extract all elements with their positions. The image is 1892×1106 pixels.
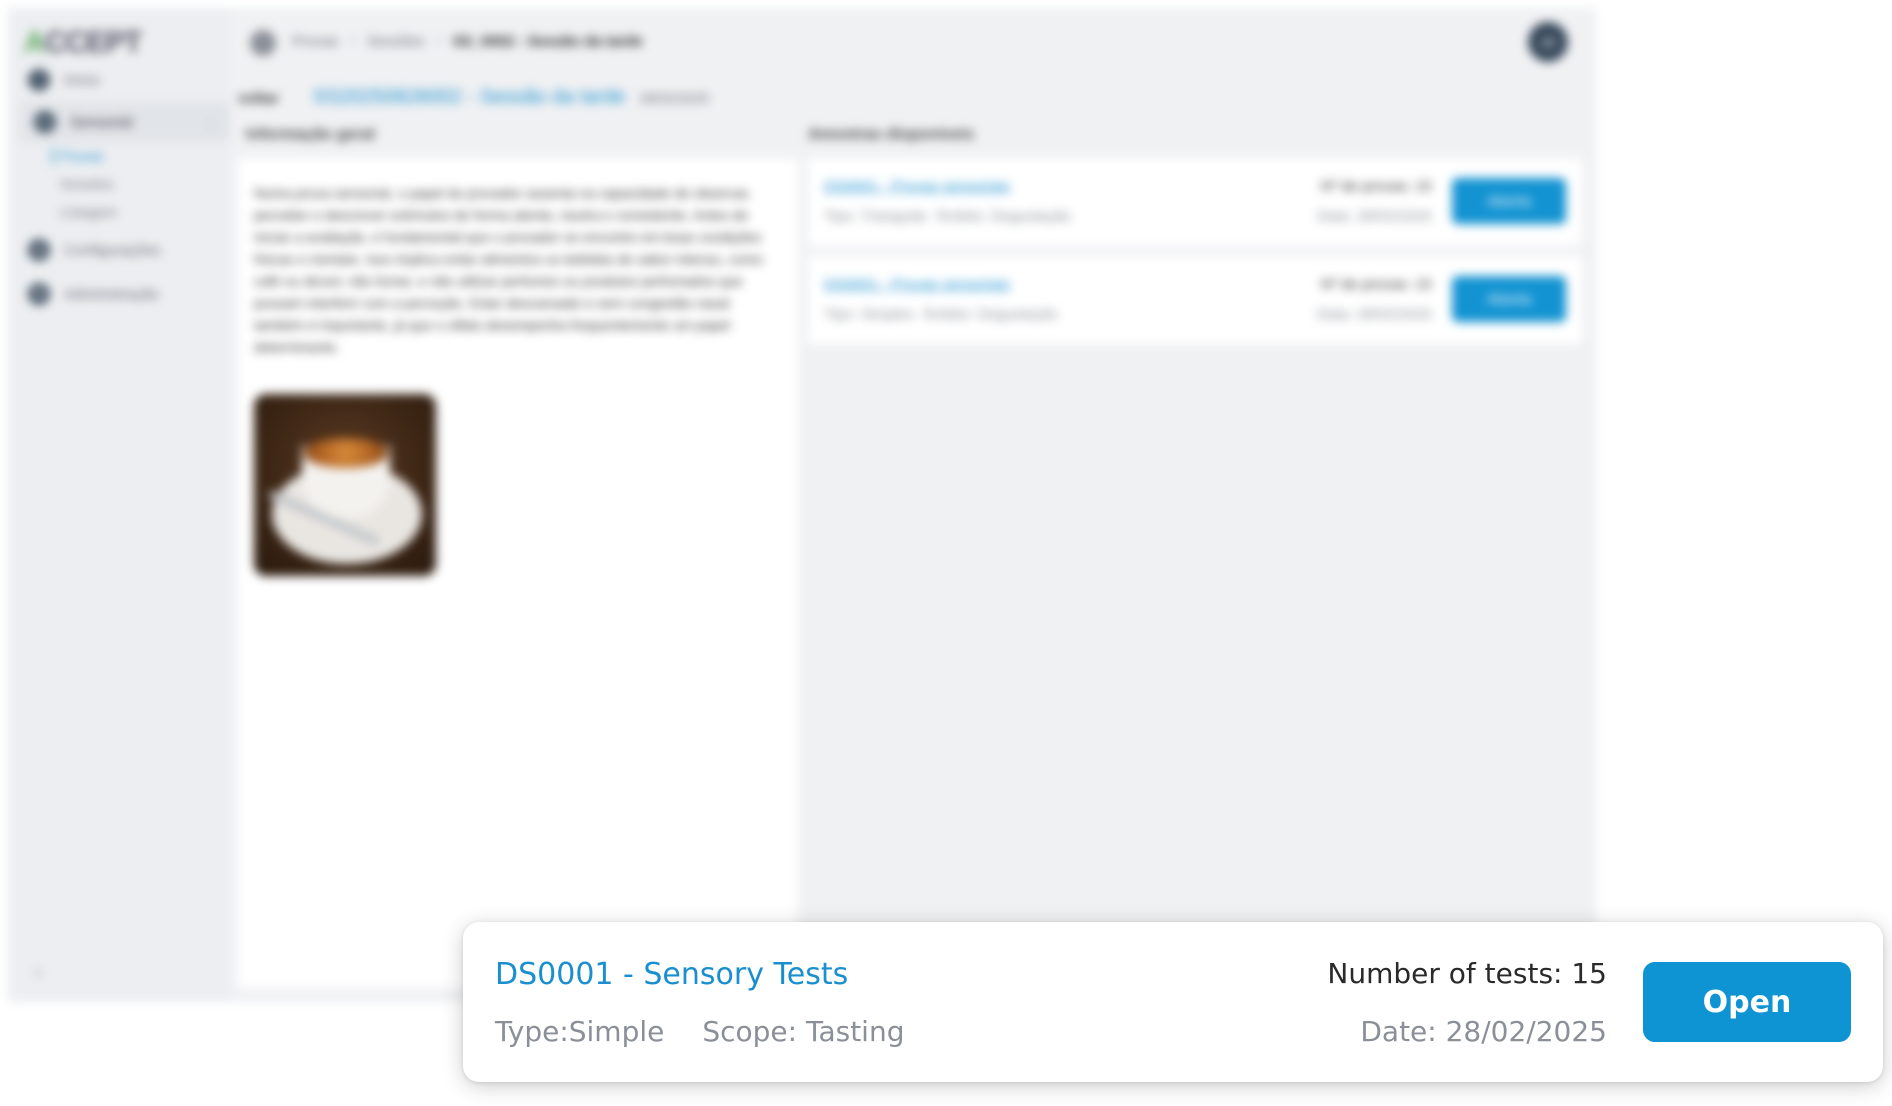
top-bar: Provas / Sessões / SS_0002 - Sessão da tarde…	[230, 8, 1596, 78]
sidebar-item-admin[interactable]: ⚑ Administração	[8, 274, 230, 314]
sidebar-subitem-sessoes[interactable]: Sessões	[60, 176, 114, 192]
coffee-image	[254, 394, 436, 576]
breadcrumb-separator: /	[350, 33, 355, 50]
focused-sample-card: DS0001 - Sensory Tests Type:Simple Scope…	[463, 922, 1883, 1082]
sample-type: Tipo: Simples	[824, 306, 915, 323]
breadcrumb-separator: /	[436, 33, 441, 50]
app-logo[interactable]: ACCEPT	[24, 26, 142, 60]
sidebar-item-label: Configurações	[64, 241, 161, 259]
sidebar-item-label: Início	[64, 71, 100, 89]
sample-date: Date: 28/02/2025	[1360, 1015, 1607, 1048]
session-title: SS20250826002 - Sessão da tarde	[312, 86, 626, 108]
sample-test-count: Number of tests: 15	[1327, 957, 1607, 990]
open-sample-button[interactable]: Aberta	[1452, 276, 1566, 322]
sidebar-item-label: Administração	[64, 285, 160, 303]
open-button[interactable]: Open	[1643, 962, 1851, 1042]
sample-name-link[interactable]: DS0001 - Provas sensoriais	[824, 276, 1010, 293]
sample-type: Tipo: Triangular	[824, 208, 928, 225]
breadcrumb-current: SS_0002 - Sessão da tarde	[452, 33, 643, 50]
sample-meta: Tipo: Simples Âmbito: Degustação	[824, 306, 1058, 323]
sidebar-subitem-listagem[interactable]: Listagem	[60, 204, 117, 220]
crema-shape	[304, 438, 388, 468]
sensory-icon: ●	[34, 111, 56, 133]
screenshot-stage: ACCEPT ⌂ Início ● Sensorial ⌄ Provas Ses…	[0, 0, 1892, 1106]
sample-scope: Âmbito: Degustação	[936, 208, 1072, 225]
open-sample-button[interactable]: Aberta	[1452, 178, 1566, 224]
sidebar-subitem-provas[interactable]: Provas	[52, 148, 104, 164]
sidebar: ACCEPT ⌂ Início ● Sensorial ⌄ Provas Ses…	[8, 8, 230, 1002]
breadcrumb-item[interactable]: Sessões	[367, 33, 425, 50]
sample-name-link[interactable]: DS0001 - Provas sensoriais	[824, 178, 1010, 195]
sample-row: DS0001 - Provas sensoriais Tipo: Simples…	[808, 256, 1582, 344]
background-app: ACCEPT ⌂ Início ● Sensorial ⌄ Provas Ses…	[8, 8, 1596, 1002]
sidebar-item-sensory[interactable]: ● Sensorial ⌄	[20, 102, 230, 142]
sample-count: Nº de provas: 15	[1320, 178, 1432, 195]
sidebar-item-label: Sensorial	[70, 113, 133, 131]
sample-scope: Âmbito: Degustação	[922, 306, 1058, 323]
session-date: 28/02/2025	[639, 90, 710, 106]
back-link[interactable]: voltar	[238, 90, 279, 107]
info-section-title: Informação geral	[246, 126, 375, 143]
chevron-down-icon: ⌄	[205, 115, 216, 129]
samples-section-title: Amostras disponíveis	[808, 126, 975, 143]
home-crumb-icon[interactable]	[250, 30, 276, 56]
gear-icon: ⚙	[28, 239, 50, 261]
admin-icon: ⚑	[28, 283, 50, 305]
sample-row: DS0001 - Provas sensoriais Tipo: Triangu…	[808, 158, 1582, 246]
sidebar-item-settings[interactable]: ⚙ Configurações	[8, 230, 230, 270]
breadcrumb: Provas / Sessões / SS_0002 - Sessão da tarde	[292, 33, 643, 50]
sample-scope: Scope: Tasting	[702, 1015, 905, 1048]
sidebar-item-home[interactable]: ⌂ Início	[8, 60, 230, 100]
info-text: Numa prova sensorial, o papel do provado…	[254, 185, 763, 355]
sample-name-link[interactable]: DS0001 - Sensory Tests	[495, 957, 848, 992]
collapse-sidebar-button[interactable]: «	[34, 964, 42, 980]
info-panel: Numa prova sensorial, o papel do provado…	[238, 158, 798, 988]
sample-meta: Tipo: Triangular Âmbito: Degustação	[824, 208, 1071, 225]
sample-date: Data: 28/02/2025	[1316, 306, 1432, 323]
sample-type: Type:Simple	[495, 1015, 665, 1048]
sample-count: Nº de provas: 15	[1320, 276, 1432, 293]
home-icon: ⌂	[28, 69, 50, 91]
sample-meta: Type:Simple Scope: Tasting	[495, 1015, 904, 1048]
avatar[interactable]: JD	[1528, 22, 1568, 62]
session-header: voltar SS20250826002 - Sessão da tarde 2…	[238, 86, 709, 109]
sample-date: Data: 28/02/2025	[1316, 208, 1432, 225]
breadcrumb-item[interactable]: Provas	[292, 33, 339, 50]
